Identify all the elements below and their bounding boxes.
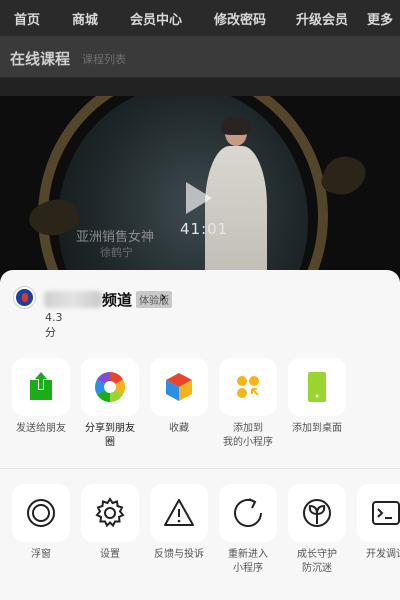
video-caption-sub: 徐鹤宁 [100, 246, 133, 259]
breadcrumb[interactable]: 课程列表 [82, 51, 126, 67]
nav-mall[interactable]: 商城 [72, 9, 98, 28]
reenter-mini-program-button[interactable]: 重新进入 小程序 [217, 484, 279, 576]
mini-program-logo-icon [14, 287, 35, 308]
reload-icon [219, 484, 277, 542]
favorite-label: 收藏 [169, 423, 189, 434]
nav-home[interactable]: 首页 [14, 9, 40, 28]
settings-label: 设置 [100, 549, 120, 560]
growth-guard-button[interactable]: 成长守护 防沉迷 [286, 484, 348, 576]
float-window-button[interactable]: 浮窗 [10, 484, 72, 562]
float-window-icon [12, 484, 70, 542]
favorite-button[interactable]: 收藏 [148, 358, 210, 436]
float-window-label: 浮窗 [31, 549, 51, 560]
mini-program-name: 频道 [102, 291, 133, 309]
action-sheet: 频道 体验版 › 4.3分 发送给朋友 分享到朋友 圈 收藏 添加到 我的小程序… [0, 270, 400, 600]
developer-debug-label: 开发调试 [366, 549, 400, 560]
feedback-label: 反馈与投诉 [154, 549, 204, 560]
mini-program-name-blurred [44, 291, 102, 308]
presenter-figure [205, 117, 267, 286]
add-to-my-mini-programs-button[interactable]: 添加到 我的小程序 [217, 358, 279, 450]
play-icon[interactable] [186, 182, 212, 214]
trial-version-badge: 体验版 [136, 291, 172, 308]
sprout-icon [288, 484, 346, 542]
add-to-desktop-icon [288, 358, 346, 416]
developer-debug-button[interactable]: 开发调试 [355, 484, 400, 562]
add-to-desktop-label: 添加到桌面 [292, 423, 342, 434]
reenter-mini-program-label: 重新进入 小程序 [228, 549, 268, 574]
add-to-desktop-button[interactable]: 添加到桌面 [286, 358, 348, 436]
video-player[interactable]: 亚洲销售女神 徐鹤宁 41:01 [0, 96, 400, 286]
share-to-moments-label: 分享到朋友 圈 [85, 423, 135, 448]
growth-guard-label: 成长守护 防沉迷 [297, 549, 337, 574]
nav-upgrade-member[interactable]: 升级会员 [296, 9, 348, 28]
nav-change-password[interactable]: 修改密码 [214, 9, 266, 28]
video-caption: 亚洲销售女神 [76, 230, 155, 245]
share-to-moments-button[interactable]: 分享到朋友 圈 [79, 358, 141, 450]
add-to-my-mini-programs-label: 添加到 我的小程序 [223, 423, 273, 448]
warning-triangle-icon [150, 484, 208, 542]
send-to-friend-button[interactable]: 发送给朋友 [10, 358, 72, 436]
moments-aperture-icon [81, 358, 139, 416]
share-upload-icon [12, 358, 70, 416]
favorite-cube-icon [150, 358, 208, 416]
nav-more[interactable]: 更多 [367, 9, 393, 28]
sub-header: 在线课程 课程列表 [0, 36, 400, 78]
spacer [0, 78, 400, 96]
send-to-friend-label: 发送给朋友 [16, 423, 66, 434]
terminal-icon [357, 484, 400, 542]
section-divider [0, 468, 400, 469]
video-backdrop [58, 96, 308, 286]
settings-button[interactable]: 设置 [79, 484, 141, 562]
gear-icon [81, 484, 139, 542]
top-nav: 首页 商城 会员中心 修改密码 升级会员 更多 [0, 0, 400, 36]
mini-program-rating: 4.3分 [45, 311, 63, 339]
chevron-right-icon: › [160, 287, 167, 306]
page-title: 在线课程 [10, 50, 71, 68]
feedback-button[interactable]: 反馈与投诉 [148, 484, 210, 562]
mini-program-icon [219, 358, 277, 416]
nav-member-center[interactable]: 会员中心 [130, 9, 182, 28]
video-duration: 41:01 [180, 220, 229, 238]
